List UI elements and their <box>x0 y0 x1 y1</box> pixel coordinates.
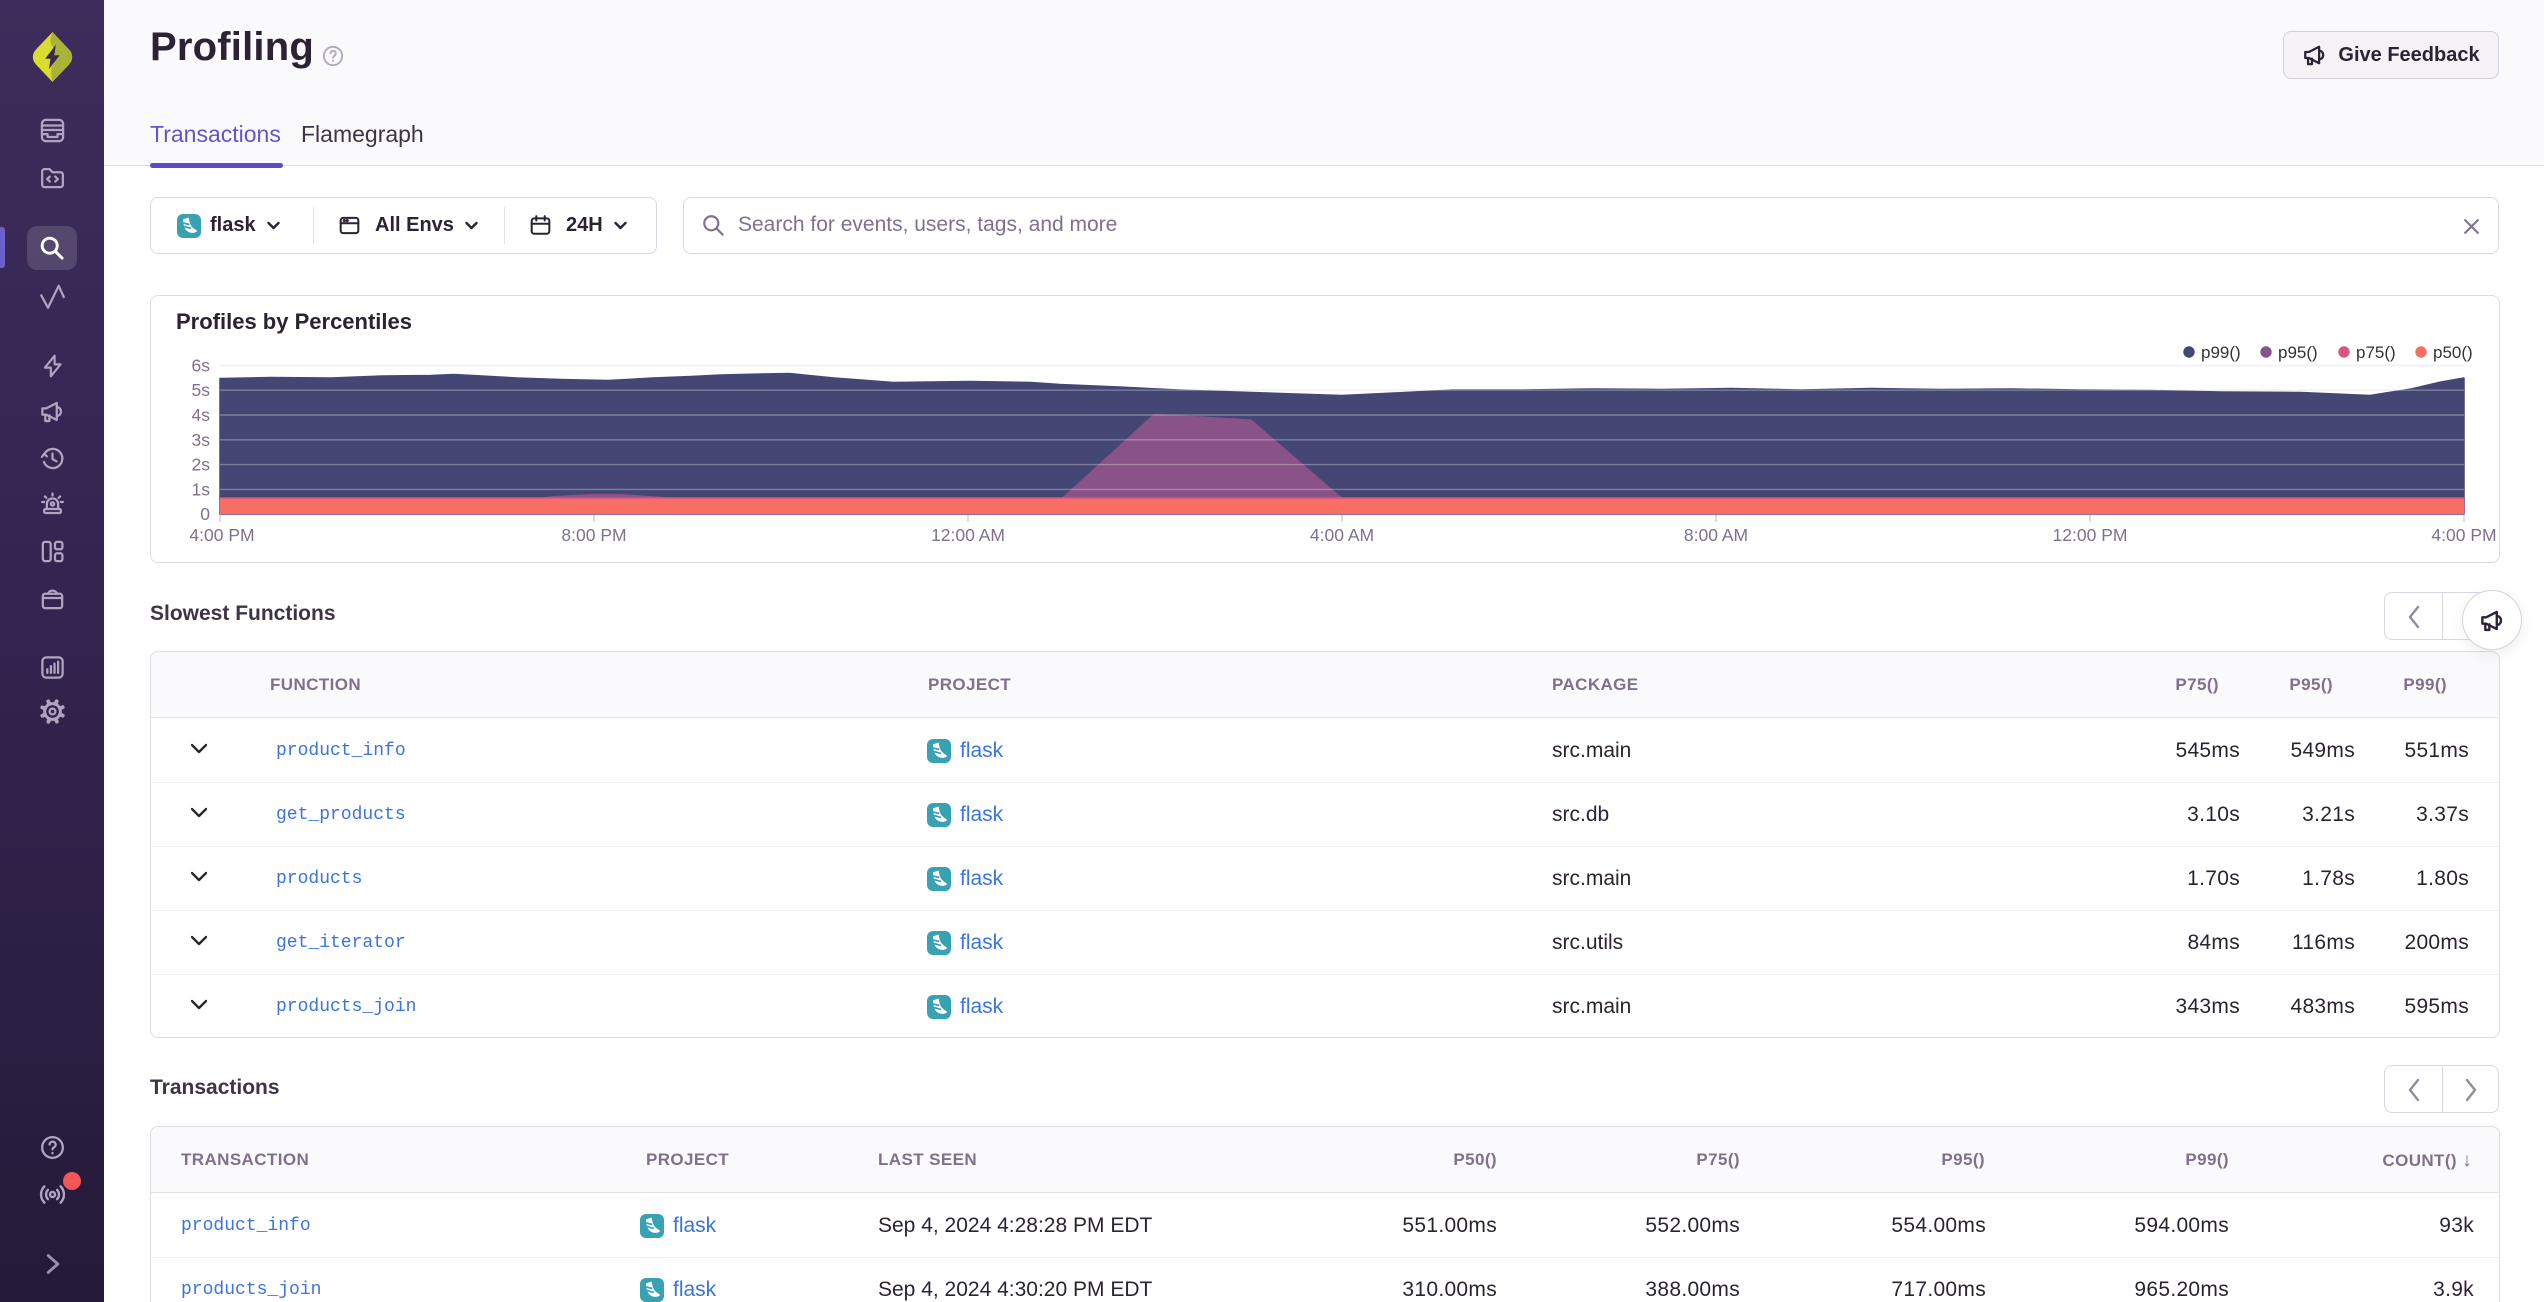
svg-text:12:00 PM: 12:00 PM <box>2053 525 2128 545</box>
svg-text:p95(): p95() <box>2278 343 2318 362</box>
svg-text:3s: 3s <box>192 430 211 450</box>
svg-text:5s: 5s <box>192 380 211 400</box>
svg-text:p50(): p50() <box>2433 343 2473 362</box>
svg-text:2s: 2s <box>192 455 211 475</box>
svg-text:4:00 AM: 4:00 AM <box>1310 525 1374 545</box>
svg-text:8:00 AM: 8:00 AM <box>1684 525 1748 545</box>
svg-text:4:00 PM: 4:00 PM <box>2431 525 2496 545</box>
svg-text:1s: 1s <box>192 479 211 499</box>
svg-text:p75(): p75() <box>2356 343 2396 362</box>
svg-text:6s: 6s <box>192 356 211 376</box>
svg-text:0: 0 <box>200 504 210 524</box>
svg-text:8:00 PM: 8:00 PM <box>561 525 626 545</box>
svg-text:4:00 PM: 4:00 PM <box>189 525 254 545</box>
svg-text:12:00 AM: 12:00 AM <box>931 525 1005 545</box>
svg-text:4s: 4s <box>192 405 211 425</box>
svg-text:p99(): p99() <box>2201 343 2241 362</box>
